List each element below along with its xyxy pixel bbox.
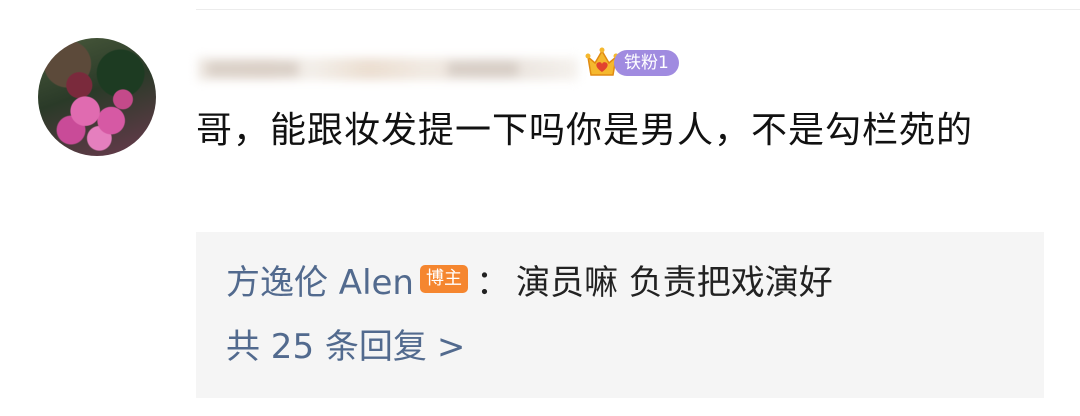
more-replies-link[interactable]: 共 25 条回复 > [226,324,465,370]
more-replies-label: 共 25 条回复 [226,327,427,367]
host-tag: 博主 [419,265,468,293]
reply-separator: ： [475,262,510,303]
reply-author[interactable]: 方逸伦 Alen [226,255,414,304]
username-blurred[interactable] [198,58,578,80]
chevron-right-icon: > [436,327,466,367]
fan-badge-label: 铁粉1 [614,50,679,76]
fan-badge[interactable]: 铁粉1 [584,46,679,80]
top-divider [196,9,1080,10]
avatar[interactable] [38,38,156,156]
reply-line: 方逸伦 Alen 博主 ： 演员嘛 负责把戏演好 [226,255,833,304]
reply-preview[interactable]: 方逸伦 Alen 博主 ： 演员嘛 负责把戏演好 共 25 条回复 > [196,232,1044,398]
reply-text: 演员嘛 负责把戏演好 [515,262,833,303]
comment-text: 哥，能跟妆发提一下吗你是男人，不是勾栏苑的 [196,110,974,151]
